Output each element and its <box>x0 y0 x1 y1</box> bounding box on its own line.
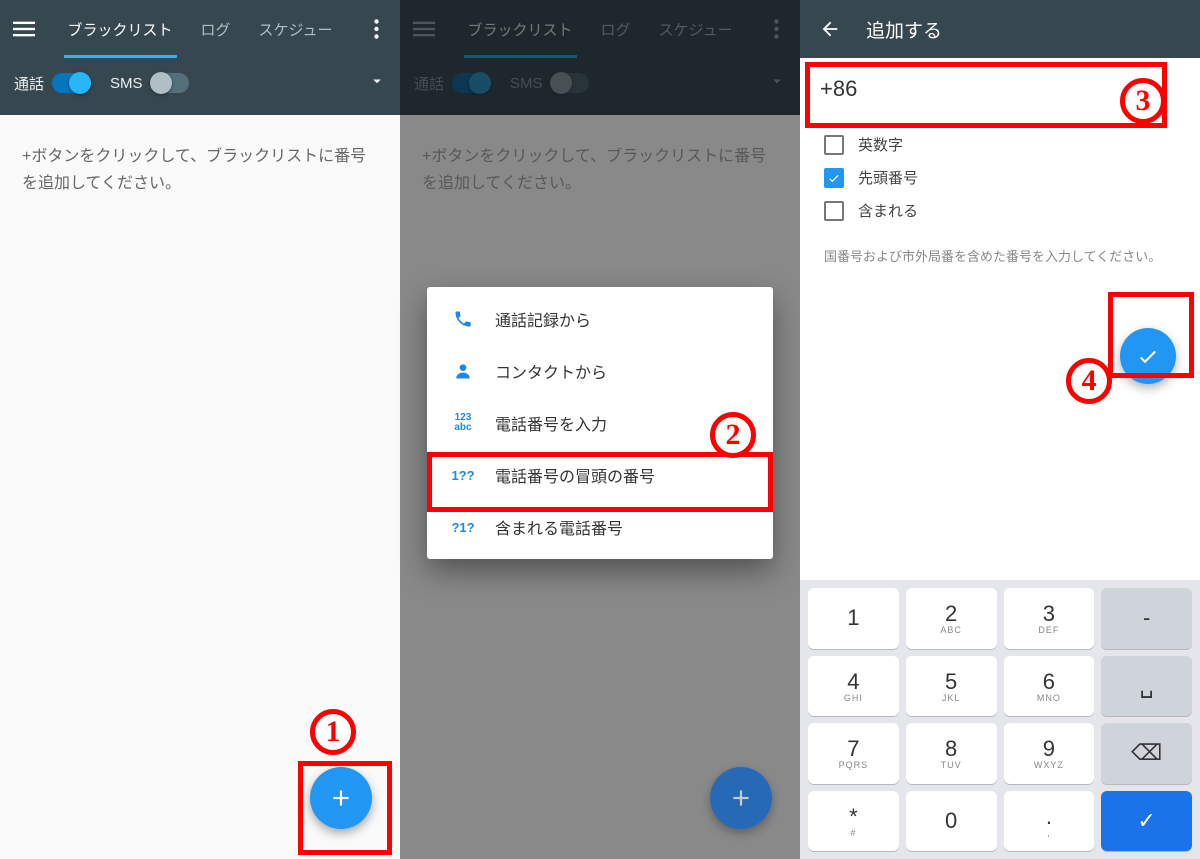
key-main: ✓ <box>1137 808 1155 834</box>
key-7[interactable]: 7PQRS <box>808 723 899 784</box>
numeric-keyboard: 12ABC3DEF-4GHI5JKL6MNO␣7PQRS8TUV9WXYZ⌫*#… <box>800 580 1200 859</box>
option-label: 電話番号の冒頭の番号 <box>495 463 655 487</box>
add-fab[interactable] <box>710 767 772 829</box>
add-fab[interactable] <box>310 767 372 829</box>
sms-toggle[interactable] <box>151 73 189 93</box>
key-main: 9 <box>1043 736 1055 762</box>
checkbox-label: 英数字 <box>858 134 903 155</box>
option-contains-row[interactable]: 含まれる <box>800 194 1200 227</box>
key-main: 2 <box>945 601 957 627</box>
key-main: 8 <box>945 736 957 762</box>
key-main: . <box>1046 804 1052 830</box>
option-label: 電話番号を入力 <box>495 411 607 435</box>
key--[interactable]: - <box>1101 588 1192 649</box>
numbers-icon: 123 abc <box>449 413 477 433</box>
key-main: 1 <box>847 605 859 631</box>
prefix-icon: 1?? <box>449 468 477 483</box>
add-options-sheet: 通話記録から コンタクトから 123 abc 電話番号を入力 1?? 電話番号の… <box>427 287 773 559</box>
option-alnum-row[interactable]: 英数字 <box>800 128 1200 161</box>
option-label: 通話記録から <box>495 307 591 331</box>
tab-schedule[interactable]: スケジュー <box>245 0 347 58</box>
key-main: 6 <box>1043 669 1055 695</box>
key-main: ␣ <box>1140 673 1154 699</box>
key-9[interactable]: 9WXYZ <box>1004 723 1095 784</box>
option-enter-number[interactable]: 123 abc 電話番号を入力 <box>427 397 773 449</box>
key-⌫[interactable]: ⌫ <box>1101 723 1192 784</box>
key-5[interactable]: 5JKL <box>906 656 997 717</box>
key-␣[interactable]: ␣ <box>1101 656 1192 717</box>
option-contains-number[interactable]: ?1? 含まれる電話番号 <box>427 501 773 553</box>
key-sub: PQRS <box>839 760 869 770</box>
key-sub: , <box>1047 828 1051 838</box>
panel-1-blacklist-empty: ブラックリスト ログ スケジュー 通話 SMS +ボタンをクリックして、ブラック… <box>0 0 400 859</box>
key-main: 5 <box>945 669 957 695</box>
confirm-fab[interactable] <box>1120 328 1176 384</box>
tab-label: ログ <box>201 19 231 40</box>
key-3[interactable]: 3DEF <box>1004 588 1095 649</box>
key-sub: WXYZ <box>1034 760 1064 770</box>
key-0[interactable]: 0 <box>906 791 997 852</box>
option-prefix-number[interactable]: 1?? 電話番号の冒頭の番号 <box>427 449 773 501</box>
tab-log[interactable]: ログ <box>187 0 245 58</box>
option-from-contacts[interactable]: コンタクトから <box>427 345 773 397</box>
key-sub: TUV <box>941 760 962 770</box>
key-main: - <box>1143 605 1150 631</box>
key-main: ⌫ <box>1131 740 1162 766</box>
more-vertical-icon[interactable] <box>360 0 392 58</box>
key-1[interactable]: 1 <box>808 588 899 649</box>
key-.[interactable]: ., <box>1004 791 1095 852</box>
add-title: 追加する <box>866 16 942 43</box>
checkbox-alnum[interactable] <box>824 135 844 155</box>
key-sub: ABC <box>940 625 962 635</box>
add-header: 追加する <box>800 0 1200 58</box>
panel-2-add-menu: ブラックリスト ログ スケジュー 通話 SMS +ボタンをクリックして、ブラック… <box>400 0 800 859</box>
key-sub: # <box>850 828 856 838</box>
key-sub: DEF <box>1038 625 1059 635</box>
key-main: 4 <box>847 669 859 695</box>
empty-state-text: +ボタンをクリックして、ブラックリストに番号を追加してください。 <box>0 115 400 225</box>
add-body: +86 英数字 先頭番号 含まれる 国番号および市外局番を含めた番号を入力してく… <box>800 58 1200 580</box>
option-label: コンタクトから <box>495 359 607 383</box>
key-*[interactable]: *# <box>808 791 899 852</box>
key-main: 3 <box>1043 601 1055 627</box>
number-input[interactable]: +86 <box>800 58 1200 120</box>
contains-icon: ?1? <box>449 520 477 535</box>
toggle-label-call: 通話 <box>14 73 44 94</box>
input-hint: 国番号および市外局番を含めた番号を入力してください。 <box>800 227 1200 268</box>
back-arrow-icon[interactable] <box>812 11 848 47</box>
input-value: +86 <box>820 76 857 102</box>
checkbox-prefix[interactable] <box>824 168 844 188</box>
key-2[interactable]: 2ABC <box>906 588 997 649</box>
app-header: ブラックリスト ログ スケジュー 通話 SMS <box>0 0 400 115</box>
hamburger-icon[interactable] <box>8 13 40 45</box>
key-✓[interactable]: ✓ <box>1101 791 1192 852</box>
key-sub: MNO <box>1037 693 1061 703</box>
key-6[interactable]: 6MNO <box>1004 656 1095 717</box>
option-prefix-row[interactable]: 先頭番号 <box>800 161 1200 194</box>
checkbox-label: 先頭番号 <box>858 167 918 188</box>
option-label: 含まれる電話番号 <box>495 515 623 539</box>
key-main: 7 <box>847 736 859 762</box>
annotation-number-1: 1 <box>310 709 356 755</box>
option-from-call-log[interactable]: 通話記録から <box>427 293 773 345</box>
checkbox-contains[interactable] <box>824 201 844 221</box>
tab-blacklist[interactable]: ブラックリスト <box>54 0 187 58</box>
panel-3-add-number: 追加する +86 英数字 先頭番号 含まれる 国番号および市外局番を含めた番号を… <box>800 0 1200 859</box>
key-8[interactable]: 8TUV <box>906 723 997 784</box>
toggle-label-sms: SMS <box>110 75 143 92</box>
checkbox-label: 含まれる <box>858 200 918 221</box>
key-main: 0 <box>945 808 957 834</box>
tab-label: スケジュー <box>259 19 333 40</box>
phone-icon <box>449 309 477 329</box>
key-4[interactable]: 4GHI <box>808 656 899 717</box>
call-toggle[interactable] <box>52 73 90 93</box>
key-main: * <box>849 804 858 830</box>
tab-label: ブラックリスト <box>68 19 173 40</box>
key-sub: JKL <box>942 693 961 703</box>
key-sub: GHI <box>844 693 863 703</box>
expand-icon[interactable] <box>368 72 386 94</box>
person-icon <box>449 361 477 381</box>
